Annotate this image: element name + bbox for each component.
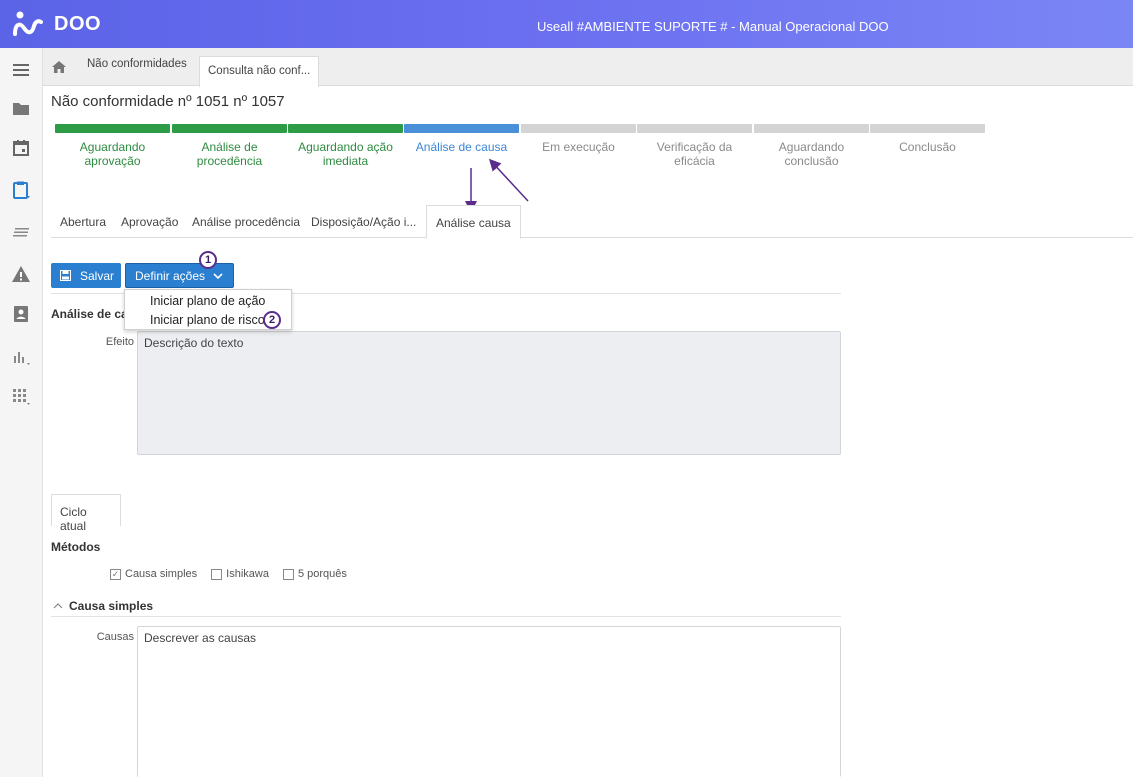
floppy-disk-icon bbox=[60, 270, 71, 281]
simple-cause-title: Causa simples bbox=[69, 599, 154, 613]
step-bar bbox=[288, 124, 403, 133]
step-bar bbox=[404, 124, 519, 133]
tab-procedence-analysis[interactable]: Análise procedência bbox=[192, 215, 300, 229]
step-efficacy-verification[interactable]: Verificação da eficácia bbox=[637, 124, 752, 168]
breadcrumb-tab-nonconformities[interactable]: Não conformidades bbox=[87, 58, 187, 70]
app-logo[interactable]: DOO bbox=[12, 10, 101, 38]
checkbox-label-simple-cause: Causa simples bbox=[125, 568, 198, 580]
chevron-down-icon bbox=[213, 272, 223, 279]
step-label: Aguardando ação imediata bbox=[298, 140, 393, 168]
step-bar bbox=[870, 124, 985, 133]
top-bar: DOO Useall #AMBIENTE SUPORTE # - Manual … bbox=[0, 0, 1133, 48]
methods-checkboxes: ✓ Causa simples Ishikawa 5 porquês bbox=[110, 568, 347, 580]
step-cause-analysis[interactable]: Análise de causa bbox=[404, 124, 519, 154]
tab-approval[interactable]: Aprovação bbox=[121, 215, 178, 229]
clipboard-icon[interactable] bbox=[9, 178, 33, 202]
step-label: Conclusão bbox=[899, 140, 956, 154]
cause-analysis-section-label: Análise de cau bbox=[51, 307, 136, 321]
tab-opening[interactable]: Abertura bbox=[60, 215, 106, 229]
step-label: Aguardando aprovação bbox=[79, 140, 146, 168]
home-icon[interactable] bbox=[51, 60, 67, 74]
tab-cause-analysis[interactable]: Análise causa bbox=[426, 205, 521, 239]
menu-item-start-action-plan[interactable]: Iniciar plano de ação bbox=[150, 294, 265, 308]
checkbox-simple-cause[interactable]: ✓ bbox=[110, 568, 121, 580]
save-button-label: Salvar bbox=[80, 268, 115, 283]
causes-textarea[interactable]: Descrever as causas bbox=[137, 626, 841, 777]
simple-cause-panel-header[interactable]: Causa simples bbox=[51, 599, 841, 617]
progress-steps: Aguardando aprovação Análise de procedên… bbox=[55, 124, 985, 184]
sidebar bbox=[0, 48, 43, 777]
callout-badge-2: 2 bbox=[263, 311, 281, 329]
text-lines-icon[interactable] bbox=[9, 220, 33, 244]
step-label: Análise de procedência bbox=[196, 140, 263, 168]
page-title: Não conformidade nº 1051 nº 1057 bbox=[51, 93, 285, 110]
section-tabs: Abertura Aprovação Análise procedência D… bbox=[51, 205, 1133, 239]
effect-label: Efeito bbox=[105, 336, 134, 348]
define-actions-button[interactable]: Definir ações bbox=[125, 263, 234, 288]
step-bar bbox=[172, 124, 287, 133]
causes-label: Causas bbox=[96, 631, 134, 643]
checkbox-ishikawa[interactable] bbox=[211, 568, 223, 580]
checkbox-label-ishikawa: Ishikawa bbox=[226, 568, 269, 580]
step-bar bbox=[55, 124, 170, 133]
doo-logo-icon bbox=[13, 11, 43, 36]
methods-label: Métodos bbox=[51, 540, 101, 554]
breadcrumb-tab-query[interactable]: Consulta não conf... bbox=[199, 56, 320, 87]
menu-item-start-risk-plan[interactable]: Iniciar plano de risco bbox=[150, 313, 265, 327]
app-name: DOO bbox=[54, 12, 102, 35]
step-bar bbox=[754, 124, 869, 133]
breadcrumb: Não conformidades Consulta não conf... bbox=[43, 48, 1133, 87]
step-procedence-analysis[interactable]: Análise de procedência bbox=[172, 124, 287, 168]
step-bar bbox=[521, 124, 636, 133]
calendar-icon[interactable] bbox=[9, 136, 33, 160]
step-awaiting-conclusion[interactable]: Aguardando conclusão bbox=[754, 124, 869, 168]
checkbox-label-five-whys: 5 porquês bbox=[297, 568, 347, 580]
bar-chart-icon[interactable] bbox=[9, 344, 33, 368]
window-title: Useall #AMBIENTE SUPORTE # - Manual Oper… bbox=[537, 19, 889, 34]
step-in-execution[interactable]: Em execução bbox=[521, 124, 636, 154]
step-label: Aguardando conclusão bbox=[778, 140, 845, 168]
step-conclusion[interactable]: Conclusão bbox=[870, 124, 985, 154]
step-label: Análise de causa bbox=[415, 140, 508, 154]
tab-current-cycle[interactable]: Ciclo atual bbox=[51, 494, 121, 533]
chevron-up-icon bbox=[53, 603, 63, 609]
step-awaiting-immediate-action[interactable]: Aguardando ação imediata bbox=[288, 124, 403, 168]
apps-grid-icon[interactable] bbox=[9, 384, 33, 408]
step-label: Verificação da eficácia bbox=[656, 140, 733, 168]
step-label: Em execução bbox=[542, 140, 615, 154]
save-button[interactable]: Salvar bbox=[51, 263, 121, 288]
tab-disposition[interactable]: Disposição/Ação i... bbox=[311, 215, 416, 229]
define-actions-label: Definir ações bbox=[135, 268, 206, 283]
effect-textarea[interactable]: Descrição do texto bbox=[137, 331, 841, 455]
warning-icon[interactable] bbox=[9, 262, 33, 286]
contact-card-icon[interactable] bbox=[9, 302, 33, 326]
folder-icon[interactable] bbox=[9, 96, 33, 120]
step-awaiting-approval[interactable]: Aguardando aprovação bbox=[55, 124, 170, 168]
checkbox-five-whys[interactable] bbox=[282, 568, 294, 580]
step-bar bbox=[637, 124, 752, 133]
callout-badge-1: 1 bbox=[199, 251, 217, 269]
hamburger-menu-icon[interactable] bbox=[9, 58, 33, 82]
